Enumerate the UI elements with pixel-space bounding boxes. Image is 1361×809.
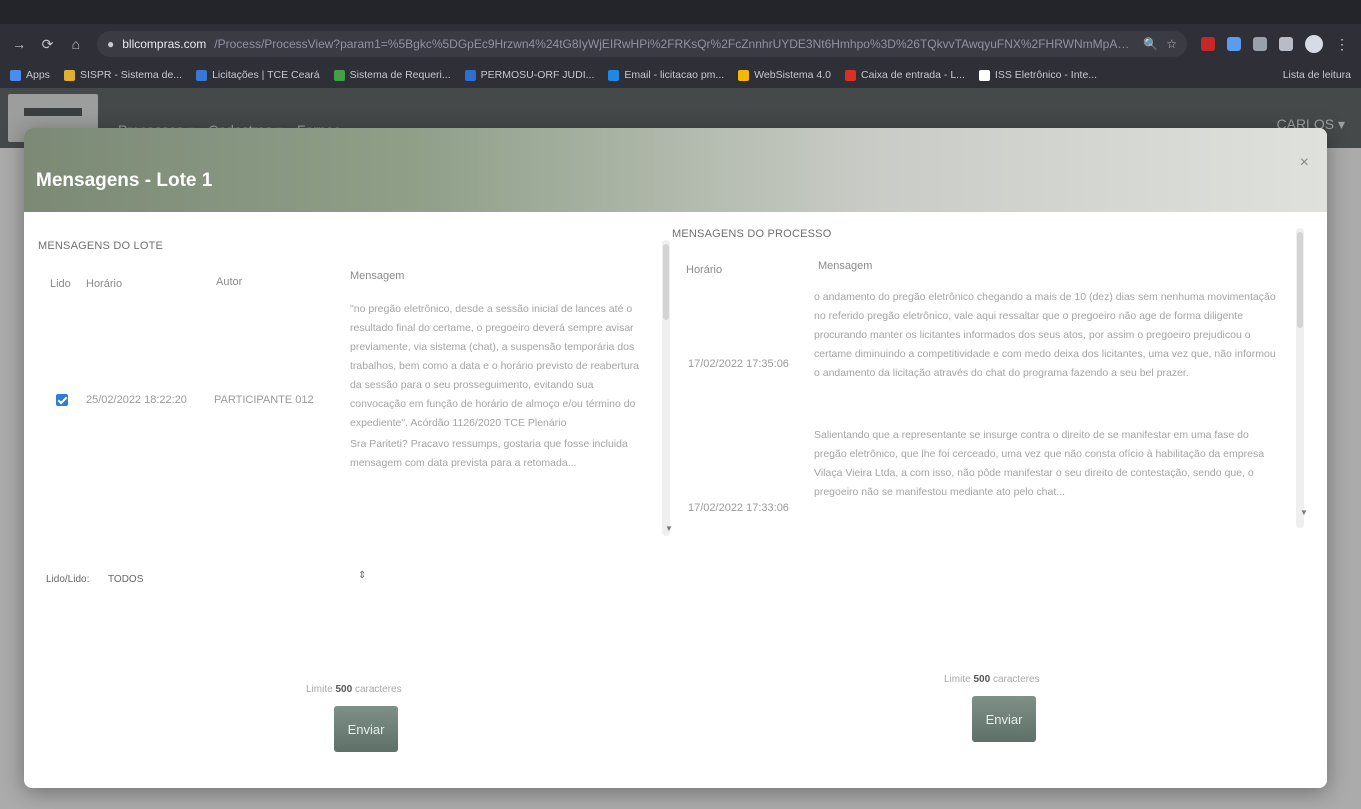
messages-modal: Mensagens - Lote 1 × MENSAGENS DO LOTE L… xyxy=(24,128,1327,788)
bookmark-label: ISS Eletrônico - Inte... xyxy=(994,69,1098,81)
bookmark-label: Licitações | TCE Ceará xyxy=(212,69,320,81)
row-autor: PARTICIPANTE 012 xyxy=(214,394,314,406)
address-row: → ⟳ ⌂ ● bllcompras.com /Process/ProcessV… xyxy=(0,28,1361,60)
mail-icon xyxy=(608,69,620,81)
extensions: ⋮ xyxy=(1200,35,1349,53)
lock-icon: ● xyxy=(106,37,115,51)
bookmarks-bar: Apps SISPR - Sistema de... Licitações | TC… xyxy=(0,62,1361,88)
bookmark-label: Sistema de Requeri... xyxy=(349,69,451,81)
bookmark-item[interactable]: WebSistema 4.0 xyxy=(738,69,831,81)
send-lot-message-button[interactable]: Enviar xyxy=(334,706,398,752)
message-paragraph: Sra Pariteti? Pracavo ressumps, gostaria… xyxy=(350,438,628,469)
right-scrollbar[interactable] xyxy=(1296,228,1304,528)
bookmark-item[interactable]: SISPR - Sistema de... xyxy=(63,69,183,81)
col-lido: Lido xyxy=(50,278,71,290)
site-icon xyxy=(978,69,990,81)
bookmark-label: Email - licitacao pm... xyxy=(624,69,725,81)
filter-select[interactable]: TODOS xyxy=(108,574,143,585)
tab-strip xyxy=(0,0,1361,24)
process-row-horario: 17/02/2022 17:35:06 xyxy=(688,358,789,370)
filter-label: Lido/Lido: xyxy=(46,574,90,585)
bookmark-label: Apps xyxy=(26,69,50,81)
col-mensagem: Mensagem xyxy=(350,270,405,282)
bookmark-item[interactable]: Sistema de Requeri... xyxy=(333,69,451,81)
read-checkbox[interactable] xyxy=(56,394,68,406)
site-icon xyxy=(63,69,75,81)
process-messages-title: MENSAGENS DO PROCESSO xyxy=(672,228,832,240)
site-icon xyxy=(333,69,345,81)
bookmark-item[interactable]: Caixa de entrada - L... xyxy=(845,69,965,81)
select-arrows-icon[interactable]: ⇕ xyxy=(358,570,366,581)
site-icon xyxy=(464,69,476,81)
right-char-counter: Limite 500 caracteres xyxy=(944,674,1040,685)
apps-icon xyxy=(10,69,21,81)
star-icon[interactable]: ☆ xyxy=(1166,37,1177,51)
url-host: bllcompras.com xyxy=(122,37,207,51)
forward-icon[interactable]: → xyxy=(12,36,26,52)
bookmark-label: WebSistema 4.0 xyxy=(754,69,832,81)
col-horario-right: Horário xyxy=(686,264,723,276)
message-paragraph: "no pregão eletrônico, desde a sessão in… xyxy=(350,303,639,429)
scroll-down-icon[interactable]: ▼ xyxy=(665,524,673,533)
bookmark-item[interactable]: Email - licitacao pm... xyxy=(608,69,724,81)
left-char-counter: Limite 500 caracteres xyxy=(306,684,402,695)
url-path: /Process/ProcessView?param1=%5Bgkc%5DGpE… xyxy=(214,37,1136,51)
scroll-down-icon[interactable]: ▼ xyxy=(1300,508,1308,517)
bookmark-label: SISPR - Sistema de... xyxy=(79,69,183,81)
reading-list[interactable]: Lista de leitura xyxy=(1283,69,1351,81)
close-icon[interactable]: × xyxy=(1300,154,1309,172)
process-row-message: o andamento do pregão eletrônico chegand… xyxy=(814,291,1276,379)
zoom-icon[interactable]: 🔍 xyxy=(1143,37,1158,51)
row-message: "no pregão eletrônico, desde a sessão in… xyxy=(350,300,652,536)
col-mensagem-right: Mensagem xyxy=(818,260,873,272)
extension-icon[interactable] xyxy=(1226,37,1241,51)
puzzle-icon[interactable] xyxy=(1278,37,1293,51)
row-horario: 25/02/2022 18:22:20 xyxy=(86,394,187,406)
process-row-horario: 17/02/2022 17:33:06 xyxy=(688,502,789,514)
url-bar[interactable]: ● bllcompras.com /Process/ProcessView?pa… xyxy=(96,31,1187,57)
home-icon[interactable]: ⌂ xyxy=(69,36,83,52)
bookmark-item[interactable]: Apps xyxy=(10,69,50,81)
site-icon xyxy=(738,69,750,81)
col-autor: Autor xyxy=(216,276,243,288)
left-scrollbar[interactable] xyxy=(662,240,670,536)
extension-pdf-icon[interactable] xyxy=(1200,37,1215,51)
bookmark-label: PERMOSU-ORF JUDI... xyxy=(480,69,595,81)
modal-header: Mensagens - Lote 1 × xyxy=(24,128,1327,212)
site-icon xyxy=(196,69,208,81)
send-process-message-button[interactable]: Enviar xyxy=(972,696,1036,742)
menu-dots-icon[interactable]: ⋮ xyxy=(1335,36,1349,53)
avatar[interactable] xyxy=(1304,35,1323,53)
bookmark-label: Caixa de entrada - L... xyxy=(861,69,965,81)
bookmark-item[interactable]: Licitações | TCE Ceará xyxy=(196,69,320,81)
pin-icon[interactable] xyxy=(1252,37,1267,51)
modal-title: Mensagens - Lote 1 xyxy=(36,170,213,191)
reload-icon[interactable]: ⟳ xyxy=(40,36,54,53)
bookmark-item[interactable]: ISS Eletrônico - Inte... xyxy=(978,69,1098,81)
bookmark-item[interactable]: PERMOSU-ORF JUDI... xyxy=(464,69,595,81)
lot-messages-title: MENSAGENS DO LOTE xyxy=(38,240,164,252)
col-horario: Horário xyxy=(86,278,123,290)
gmail-icon xyxy=(845,69,857,81)
process-row-message: Salientando que a representante se insur… xyxy=(814,429,1265,498)
